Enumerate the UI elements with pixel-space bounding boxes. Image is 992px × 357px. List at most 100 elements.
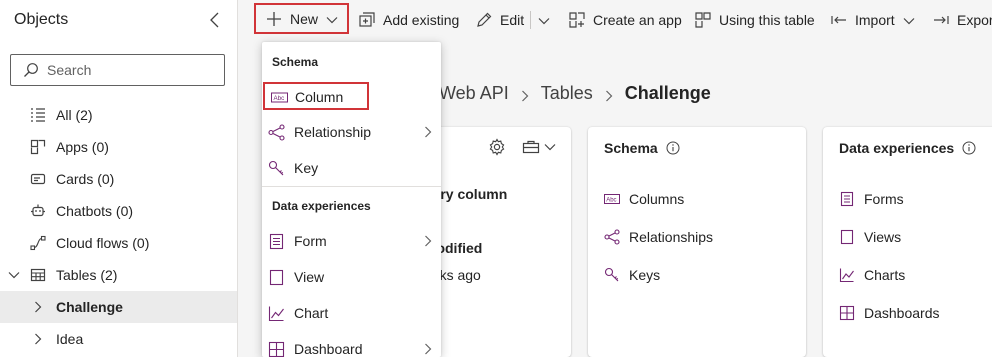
edit-button[interactable]: Edit <box>475 6 524 34</box>
chart-icon <box>839 267 855 283</box>
menu-item-label: Dashboard <box>294 341 363 357</box>
edit-dropdown-button[interactable] <box>536 6 550 34</box>
dashboard-icon <box>839 305 855 321</box>
relationship-icon <box>604 229 620 245</box>
import-icon <box>830 11 848 29</box>
search-icon <box>23 62 39 78</box>
chevron-left-icon <box>210 12 219 28</box>
data-exp-charts-link[interactable]: Charts <box>839 267 905 283</box>
list-icon <box>30 107 46 123</box>
create-app-icon <box>568 11 586 29</box>
data-exp-dashboards-label: Dashboards <box>864 305 940 321</box>
form-icon <box>839 191 855 207</box>
table-icon <box>30 267 46 283</box>
data-exp-charts-label: Charts <box>864 267 906 283</box>
menu-item-relationship[interactable]: Relationship <box>262 115 441 149</box>
schema-card-title: Schema <box>604 140 680 156</box>
menu-item-label: View <box>294 269 325 285</box>
chevron-right-icon[interactable] <box>32 332 44 346</box>
breadcrumb-item-tables[interactable]: Tables <box>541 83 593 104</box>
menu-item-key[interactable]: Key <box>262 151 441 185</box>
menu-item-form[interactable]: Form <box>262 224 441 258</box>
svg-text:Abc: Abc <box>606 197 616 203</box>
form-icon <box>268 233 285 250</box>
sidebar-item-label: Idea <box>56 331 84 347</box>
schema-keys-label: Keys <box>629 267 661 283</box>
data-exp-forms-link[interactable]: Forms <box>839 191 904 207</box>
search-input[interactable] <box>47 62 217 78</box>
sidebar-item-all[interactable]: All (2) <box>0 99 237 131</box>
chevron-right-icon <box>518 87 532 101</box>
new-button[interactable]: New <box>254 3 349 34</box>
sidebar-item-label: Cloud flows (0) <box>56 235 150 251</box>
sidebar-item-label: All (2) <box>56 107 93 123</box>
data-experiences-card-title: Data experiences <box>839 140 976 156</box>
import-button[interactable]: Import <box>830 6 915 34</box>
sidebar-item-idea[interactable]: Idea <box>0 323 237 355</box>
data-exp-forms-label: Forms <box>864 191 904 207</box>
create-app-button[interactable]: Create an app <box>568 6 682 34</box>
menu-section-data-experiences: Data experiences <box>272 199 371 213</box>
menu-item-column[interactable]: Abc Column <box>263 82 369 110</box>
sidebar-item-label: Tables (2) <box>56 267 118 283</box>
menu-item-view[interactable]: View <box>262 260 441 294</box>
data-experiences-card: Data experiences Forms Views Charts Dash… <box>823 127 992 357</box>
chevron-right-icon[interactable] <box>32 300 44 314</box>
key-icon <box>604 267 620 283</box>
schema-columns-link[interactable]: Abc Columns <box>604 191 684 207</box>
schema-relationships-label: Relationships <box>629 229 714 245</box>
schema-relationships-link[interactable]: Relationships <box>604 229 713 245</box>
sidebar-item-label: Challenge <box>56 299 123 315</box>
menu-item-dashboard[interactable]: Dashboard <box>262 332 441 357</box>
chevron-right-icon <box>422 125 434 139</box>
sidebar-item-label: Apps (0) <box>56 139 109 155</box>
chevron-down-icon[interactable] <box>8 268 20 282</box>
data-exp-views-link[interactable]: Views <box>839 229 901 245</box>
data-exp-dashboards-link[interactable]: Dashboards <box>839 305 940 321</box>
chevron-right-icon <box>422 342 434 356</box>
objects-sidebar: Objects All (2) Apps (0) Cards (0) Chatb… <box>0 0 238 357</box>
chevron-right-icon <box>602 87 616 101</box>
column-icon: Abc <box>271 89 288 106</box>
collapse-sidebar-button[interactable] <box>207 11 223 29</box>
menu-item-chart[interactable]: Chart <box>262 296 441 330</box>
schema-card: Schema Abc Columns Relationships Keys <box>588 127 806 357</box>
sidebar-item-label: Cards (0) <box>56 171 115 187</box>
toolbar-divider <box>530 11 531 29</box>
info-icon[interactable] <box>666 141 680 155</box>
menu-section-schema: Schema <box>272 55 319 69</box>
apps-icon <box>30 139 46 155</box>
info-icon[interactable] <box>962 141 976 155</box>
chevron-down-icon <box>326 13 338 25</box>
sidebar-item-label: Chatbots (0) <box>56 203 134 219</box>
table-properties-card: nary column ne modified eeks ago <box>424 127 571 357</box>
breadcrumb: e Web API Tables Challenge <box>424 83 711 104</box>
tools-dropdown-button[interactable] <box>522 139 556 155</box>
bot-icon <box>30 203 46 219</box>
sidebar-item-cloud-flows[interactable]: Cloud flows (0) <box>0 227 237 259</box>
export-label: Expor <box>957 12 992 28</box>
svg-text:Abc: Abc <box>274 95 285 102</box>
settings-gear-icon[interactable] <box>488 138 506 159</box>
pencil-icon <box>475 11 493 29</box>
view-icon <box>839 229 855 245</box>
schema-card-title-text: Schema <box>604 140 658 156</box>
menu-divider <box>262 186 441 187</box>
menu-item-label: Chart <box>294 305 329 321</box>
sidebar-title: Objects <box>14 11 69 28</box>
view-icon <box>268 269 285 286</box>
sidebar-item-apps[interactable]: Apps (0) <box>0 131 237 163</box>
export-button[interactable]: Expor <box>932 6 992 34</box>
menu-item-label: Column <box>295 89 344 105</box>
import-label: Import <box>855 12 895 28</box>
sidebar-item-challenge[interactable]: Challenge <box>0 291 237 323</box>
sidebar-item-tables[interactable]: Tables (2) <box>0 259 237 291</box>
menu-item-label: Key <box>294 160 319 176</box>
chart-icon <box>268 305 285 322</box>
add-existing-button[interactable]: Add existing <box>358 6 459 34</box>
relationship-icon <box>268 124 285 141</box>
sidebar-item-chatbots[interactable]: Chatbots (0) <box>0 195 237 227</box>
schema-keys-link[interactable]: Keys <box>604 267 660 283</box>
sidebar-item-cards[interactable]: Cards (0) <box>0 163 237 195</box>
using-this-table-button[interactable]: Using this table <box>694 6 815 34</box>
